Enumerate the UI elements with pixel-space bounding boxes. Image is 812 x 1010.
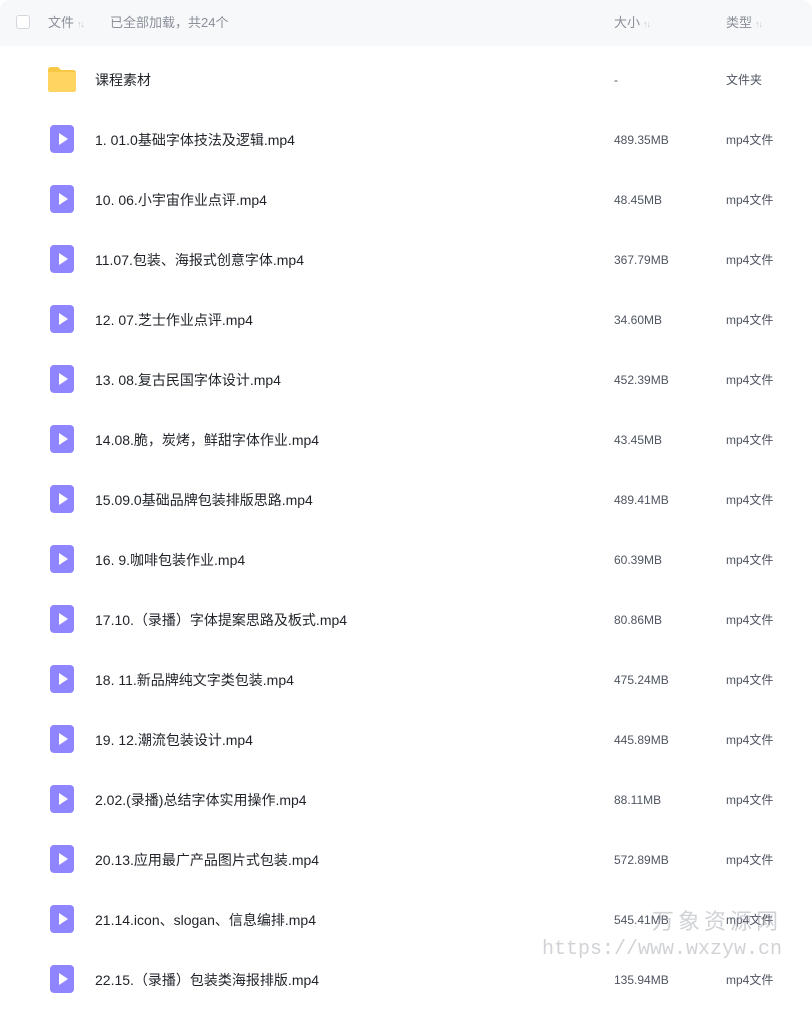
video-file-icon bbox=[47, 244, 77, 274]
file-type: mp4文件 bbox=[726, 793, 774, 807]
file-row[interactable]: 22.15.（录播）包装类海报排版.mp4 135.94MB mp4文件 bbox=[0, 950, 812, 1010]
file-size: 80.86MB bbox=[614, 613, 663, 627]
file-name[interactable]: 13. 08.复古民国字体设计.mp4 bbox=[95, 350, 281, 410]
file-row[interactable]: 21.14.icon、slogan、信息编排.mp4 545.41MB mp4文件 bbox=[0, 890, 812, 950]
file-type: mp4文件 bbox=[726, 193, 774, 207]
file-row[interactable]: 18. 11.新品牌纯文字类包装.mp4 475.24MB mp4文件 bbox=[0, 650, 812, 710]
file-size: 475.24MB bbox=[614, 673, 669, 687]
file-row[interactable]: 11.07.包装、海报式创意字体.mp4 367.79MB mp4文件 bbox=[0, 230, 812, 290]
file-type: mp4文件 bbox=[726, 553, 774, 567]
file-name[interactable]: 16. 9.咖啡包装作业.mp4 bbox=[95, 530, 245, 590]
file-name[interactable]: 1. 01.0基础字体技法及逻辑.mp4 bbox=[95, 110, 295, 170]
video-file-icon bbox=[47, 124, 77, 154]
file-type: mp4文件 bbox=[726, 373, 774, 387]
file-row[interactable]: 15.09.0基础品牌包装排版思路.mp4 489.41MB mp4文件 bbox=[0, 470, 812, 530]
file-name[interactable]: 21.14.icon、slogan、信息编排.mp4 bbox=[95, 890, 316, 950]
video-file-icon bbox=[47, 304, 77, 334]
file-row[interactable]: 2.02.(录播)总结字体实用操作.mp4 88.11MB mp4文件 bbox=[0, 770, 812, 830]
file-row[interactable]: 14.08.脆，炭烤，鲜甜字体作业.mp4 43.45MB mp4文件 bbox=[0, 410, 812, 470]
video-file-icon bbox=[47, 544, 77, 574]
file-size: 572.89MB bbox=[614, 853, 669, 867]
video-file-icon bbox=[47, 904, 77, 934]
video-file-icon bbox=[47, 784, 77, 814]
file-type: mp4文件 bbox=[726, 973, 774, 987]
file-name[interactable]: 11.07.包装、海报式创意字体.mp4 bbox=[95, 230, 304, 290]
video-file-icon bbox=[47, 424, 77, 454]
file-name[interactable]: 17.10.（录播）字体提案思路及板式.mp4 bbox=[95, 590, 347, 650]
video-file-icon bbox=[47, 484, 77, 514]
folder-icon bbox=[47, 64, 77, 94]
file-type: mp4文件 bbox=[726, 313, 774, 327]
file-name[interactable]: 10. 06.小宇宙作业点评.mp4 bbox=[95, 170, 267, 230]
file-size: 48.45MB bbox=[614, 193, 663, 207]
file-name[interactable]: 15.09.0基础品牌包装排版思路.mp4 bbox=[95, 470, 313, 530]
column-header-type[interactable]: 类型 ↑↓ bbox=[726, 0, 763, 47]
file-type: mp4文件 bbox=[726, 673, 774, 687]
sort-icon: ↑↓ bbox=[755, 19, 763, 29]
file-size: 88.11MB bbox=[614, 793, 662, 807]
file-row[interactable]: 1. 01.0基础字体技法及逻辑.mp4 489.35MB mp4文件 bbox=[0, 110, 812, 170]
video-file-icon bbox=[47, 844, 77, 874]
file-size: 452.39MB bbox=[614, 373, 669, 387]
column-header-size[interactable]: 大小 ↑↓ bbox=[614, 0, 651, 47]
video-file-icon bbox=[47, 964, 77, 994]
file-row[interactable]: 课程素材 - 文件夹 bbox=[0, 50, 812, 110]
file-type: mp4文件 bbox=[726, 913, 774, 927]
file-name[interactable]: 12. 07.芝士作业点评.mp4 bbox=[95, 290, 253, 350]
file-row[interactable]: 10. 06.小宇宙作业点评.mp4 48.45MB mp4文件 bbox=[0, 170, 812, 230]
load-status-text: 已全部加载，共24个 bbox=[110, 15, 229, 30]
file-name[interactable]: 19. 12.潮流包装设计.mp4 bbox=[95, 710, 253, 770]
file-name[interactable]: 20.13.应用最广产品图片式包装.mp4 bbox=[95, 830, 319, 890]
video-file-icon bbox=[47, 184, 77, 214]
file-size: 135.94MB bbox=[614, 973, 669, 987]
video-file-icon bbox=[47, 664, 77, 694]
file-row[interactable]: 12. 07.芝士作业点评.mp4 34.60MB mp4文件 bbox=[0, 290, 812, 350]
file-size: 34.60MB bbox=[614, 313, 663, 327]
select-all-checkbox[interactable] bbox=[16, 15, 30, 29]
file-row[interactable]: 20.13.应用最广产品图片式包装.mp4 572.89MB mp4文件 bbox=[0, 830, 812, 890]
file-size: 43.45MB bbox=[614, 433, 663, 447]
file-size: 367.79MB bbox=[614, 253, 669, 267]
file-type: mp4文件 bbox=[726, 133, 774, 147]
file-type: mp4文件 bbox=[726, 493, 774, 507]
file-size: 445.89MB bbox=[614, 733, 669, 747]
video-file-icon bbox=[47, 724, 77, 754]
video-file-icon bbox=[47, 604, 77, 634]
file-type: mp4文件 bbox=[726, 253, 774, 267]
file-name[interactable]: 课程素材 bbox=[95, 50, 151, 110]
file-type: mp4文件 bbox=[726, 733, 774, 747]
file-row[interactable]: 17.10.（录播）字体提案思路及板式.mp4 80.86MB mp4文件 bbox=[0, 590, 812, 650]
video-file-icon bbox=[47, 364, 77, 394]
file-size: 60.39MB bbox=[614, 553, 663, 567]
file-name[interactable]: 18. 11.新品牌纯文字类包装.mp4 bbox=[95, 650, 294, 710]
file-name[interactable]: 14.08.脆，炭烤，鲜甜字体作业.mp4 bbox=[95, 410, 319, 470]
file-row[interactable]: 16. 9.咖啡包装作业.mp4 60.39MB mp4文件 bbox=[0, 530, 812, 590]
file-list: 课程素材 - 文件夹 1. 01.0基础字体技法及逻辑.mp4 489.35MB mp4文… bbox=[0, 50, 812, 1010]
column-header-name[interactable]: 文件 ↑↓ bbox=[48, 0, 85, 47]
file-type: mp4文件 bbox=[726, 853, 774, 867]
file-list-header: 文件 ↑↓ 已全部加载，共24个 大小 ↑↓ 类型 ↑↓ bbox=[0, 0, 812, 46]
sort-icon: ↑↓ bbox=[77, 19, 85, 29]
file-size: 489.35MB bbox=[614, 133, 669, 147]
file-name[interactable]: 2.02.(录播)总结字体实用操作.mp4 bbox=[95, 770, 307, 830]
file-size: 545.41MB bbox=[614, 913, 669, 927]
sort-icon: ↑↓ bbox=[643, 19, 651, 29]
file-type: 文件夹 bbox=[726, 73, 763, 87]
file-name[interactable]: 22.15.（录播）包装类海报排版.mp4 bbox=[95, 950, 319, 1010]
file-type: mp4文件 bbox=[726, 613, 774, 627]
file-row[interactable]: 19. 12.潮流包装设计.mp4 445.89MB mp4文件 bbox=[0, 710, 812, 770]
file-row[interactable]: 13. 08.复古民国字体设计.mp4 452.39MB mp4文件 bbox=[0, 350, 812, 410]
file-type: mp4文件 bbox=[726, 433, 774, 447]
file-size: 489.41MB bbox=[614, 493, 669, 507]
file-size: - bbox=[614, 73, 618, 87]
